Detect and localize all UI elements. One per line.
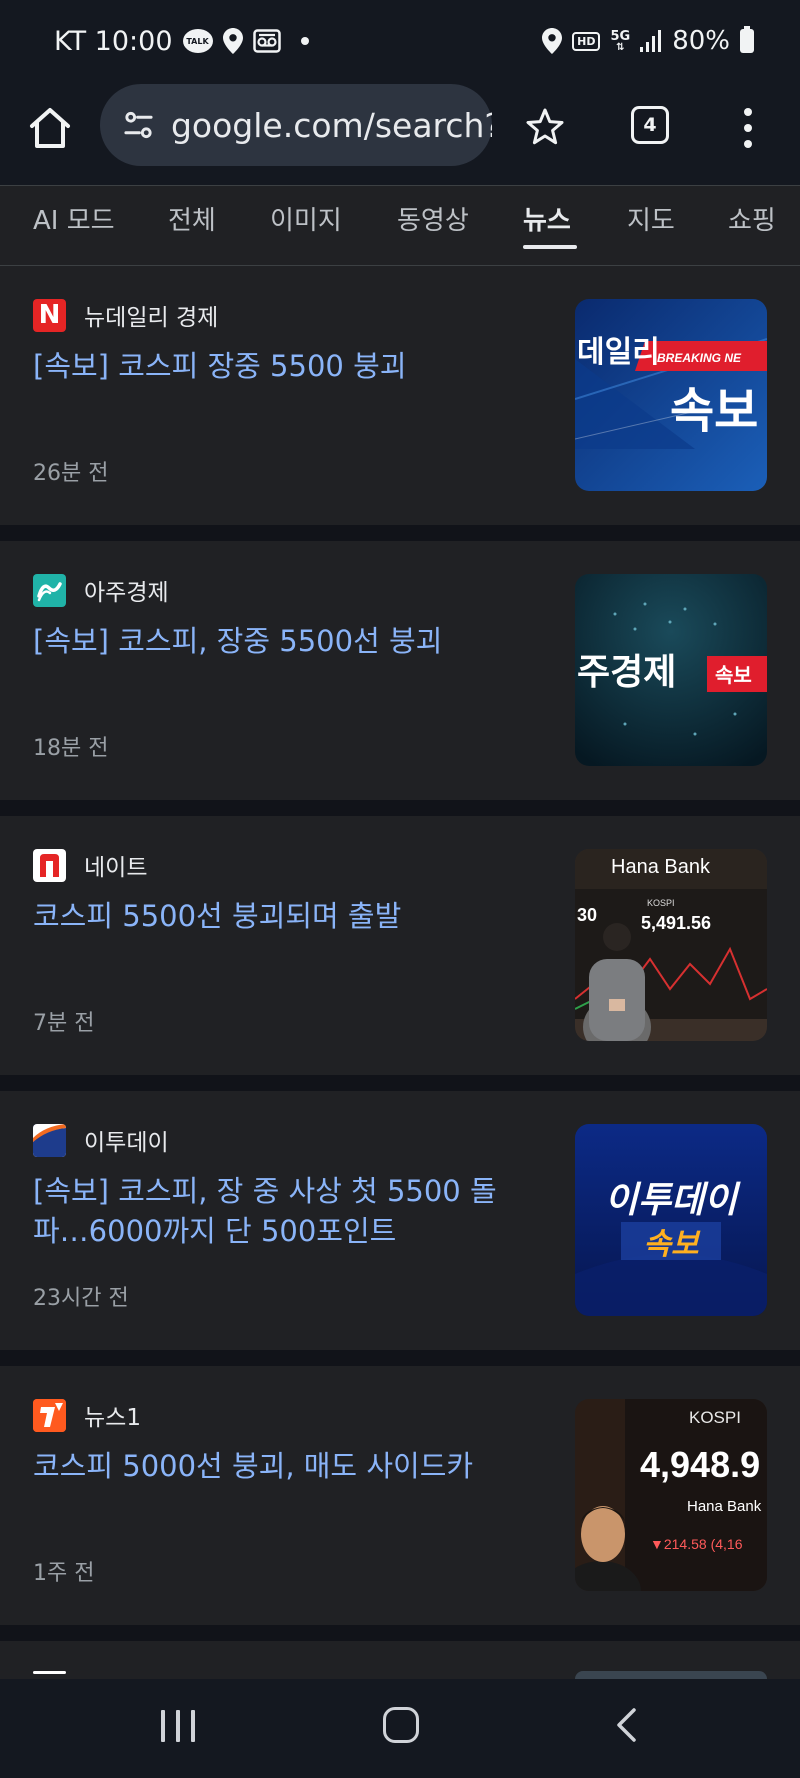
thumb-brand: 데일리 — [577, 335, 660, 370]
news-source[interactable]: 네이트 — [33, 848, 147, 882]
system-nav-bar — [0, 1679, 800, 1778]
talk-label: TALK — [182, 29, 213, 53]
news-thumbnail[interactable]: 주경제 속보 — [575, 574, 767, 766]
dot-icon — [744, 140, 752, 148]
news-time: 26분 전 — [33, 461, 109, 486]
news-headline[interactable]: [속보] 코스피, 장중 5500선 붕괴 — [33, 621, 533, 661]
tab-all[interactable]: 전체 — [168, 200, 216, 237]
thumb-brand: 이투데이 — [605, 1180, 741, 1221]
news-source[interactable]: 이투데이 — [33, 1123, 169, 1157]
overflow-menu-button[interactable] — [736, 104, 760, 152]
news-card[interactable]: 네이트 코스피 5500선 붕괴되며 출발 7분 전 Hana Bank KOS… — [0, 816, 800, 1075]
thumb-brand: Hana Bank — [611, 856, 711, 878]
kakaotalk-icon: TALK — [182, 29, 213, 53]
news-card[interactable]: 이투데이 [속보] 코스피, 장 중 사상 첫 5500 돌파…6000까지 단… — [0, 1091, 800, 1350]
recents-icon — [161, 1710, 165, 1742]
tab-news[interactable]: 뉴스 — [523, 200, 571, 237]
newdaily-logo-icon: N — [33, 298, 66, 332]
thumb-text: 속보 — [670, 383, 758, 439]
news-thumbnail[interactable]: 이투데이 속보 — [575, 1124, 767, 1316]
network-label: 5G — [610, 28, 631, 44]
5g-icon: 5G ⇅ — [610, 28, 631, 53]
tab-videos[interactable]: 동영상 — [397, 200, 469, 237]
home-icon — [30, 108, 70, 148]
address-bar[interactable]: google.com/search? — [100, 84, 492, 166]
etoday-logo-icon — [33, 1123, 66, 1157]
battery-percent: 80% — [672, 26, 730, 56]
ajunews-logo-icon — [33, 573, 66, 607]
thumb-tag: 속보 — [715, 663, 752, 687]
nate-logo-icon — [33, 848, 66, 882]
favicon-partial — [33, 1671, 66, 1674]
thumb-value: 4,948.9 — [640, 1444, 760, 1485]
source-name: 이투데이 — [84, 1130, 169, 1156]
news-source[interactable]: 아주경제 — [33, 573, 169, 607]
recents-icon — [191, 1710, 195, 1742]
news-time: 18분 전 — [33, 736, 109, 761]
news-headline[interactable]: [속보] 코스피 장중 5500 붕괴 — [33, 346, 533, 386]
back-button[interactable] — [614, 1707, 638, 1743]
dot-icon — [744, 108, 752, 116]
source-name: 뉴스1 — [84, 1405, 141, 1431]
recent-apps-button[interactable] — [161, 1710, 195, 1742]
news-headline[interactable]: 코스피 5500선 붕괴되며 출발 — [33, 896, 533, 936]
tab-shopping[interactable]: 쇼핑 — [728, 200, 776, 237]
site-settings-icon[interactable] — [122, 108, 155, 142]
bookmark-button[interactable] — [524, 106, 566, 148]
thumb-brand: Hana Bank — [687, 1498, 762, 1515]
thumb-kospi-label: KOSPI — [647, 898, 675, 908]
hd-voice-icon: HD — [572, 31, 601, 51]
thumb-value: 5,491.56 — [641, 913, 711, 933]
news-headline[interactable]: [속보] 코스피, 장 중 사상 첫 5500 돌파…6000까지 단 500포… — [33, 1171, 533, 1251]
source-name: 아주경제 — [84, 580, 169, 606]
dot-icon — [744, 124, 752, 132]
tab-maps[interactable]: 지도 — [627, 200, 675, 237]
thumb-brand: 주경제 — [577, 652, 676, 693]
star-icon — [526, 108, 564, 145]
source-name: 뉴데일리 경제 — [84, 305, 219, 331]
news-time: 23시간 전 — [33, 1286, 129, 1311]
tab-images[interactable]: 이미지 — [270, 200, 342, 237]
thumb-kospi-label: KOSPI — [689, 1408, 741, 1427]
notification-dot-icon — [300, 37, 309, 45]
tab-ai-mode[interactable]: AI 모드 — [33, 200, 115, 237]
thumb-tag: BREAKING NE — [657, 351, 742, 365]
news-time: 7분 전 — [33, 1011, 95, 1036]
news-card[interactable]: 아주경제 [속보] 코스피, 장중 5500선 붕괴 18분 전 주경제 속보 — [0, 541, 800, 800]
news-card[interactable]: 뉴스1 코스피 5000선 붕괴, 매도 사이드카 1주 전 KOSPI 4,9… — [0, 1366, 800, 1625]
news-card[interactable]: N 뉴데일리 경제 [속보] 코스피 장중 5500 붕괴 26분 전 BREA… — [0, 266, 800, 525]
thumb-left-num: 30 — [577, 905, 597, 925]
status-bar: KT 10:00 TALK HD 5G ⇅ 80% — [0, 0, 800, 82]
search-tabs: AI 모드 전체 이미지 동영상 뉴스 지도 쇼핑 — [0, 185, 800, 266]
news-thumbnail[interactable]: Hana Bank KOSPI 5,491.56 30 — [575, 849, 767, 1041]
browser-toolbar: google.com/search? 4 — [0, 82, 800, 185]
tab-switcher-button[interactable]: 4 — [631, 106, 669, 144]
news1-logo-icon — [33, 1398, 66, 1432]
source-name: 네이트 — [84, 855, 148, 881]
news-source[interactable]: 뉴스1 — [33, 1398, 141, 1432]
thumb-change: ▼214.58 (4,16 — [650, 1536, 743, 1552]
carrier-time: KT 10:00 — [54, 25, 173, 57]
location-pin-icon — [542, 28, 563, 54]
home-nav-button[interactable] — [383, 1707, 419, 1743]
news-headline[interactable]: 코스피 5000선 붕괴, 매도 사이드카 — [33, 1446, 533, 1486]
news-time: 1주 전 — [33, 1561, 95, 1586]
location-pin-icon — [222, 28, 243, 54]
news-thumbnail[interactable]: KOSPI 4,948.9 Hana Bank ▼214.58 (4,16 — [575, 1399, 767, 1591]
news-source[interactable]: N 뉴데일리 경제 — [33, 298, 218, 332]
url-text[interactable]: google.com/search? — [171, 106, 492, 145]
news-thumbnail[interactable]: BREAKING NE 데일리 속보 — [575, 299, 767, 491]
battery-icon — [740, 26, 754, 53]
screen: KT 10:00 TALK HD 5G ⇅ 80% google.com/sea… — [0, 0, 800, 1778]
back-icon — [617, 1708, 636, 1742]
voicemail-icon — [252, 29, 281, 53]
thumb-text: 속보 — [643, 1227, 701, 1262]
active-tab-indicator — [523, 245, 577, 249]
recents-icon — [176, 1710, 180, 1742]
signal-icon — [640, 30, 662, 52]
home-button[interactable] — [26, 104, 74, 152]
